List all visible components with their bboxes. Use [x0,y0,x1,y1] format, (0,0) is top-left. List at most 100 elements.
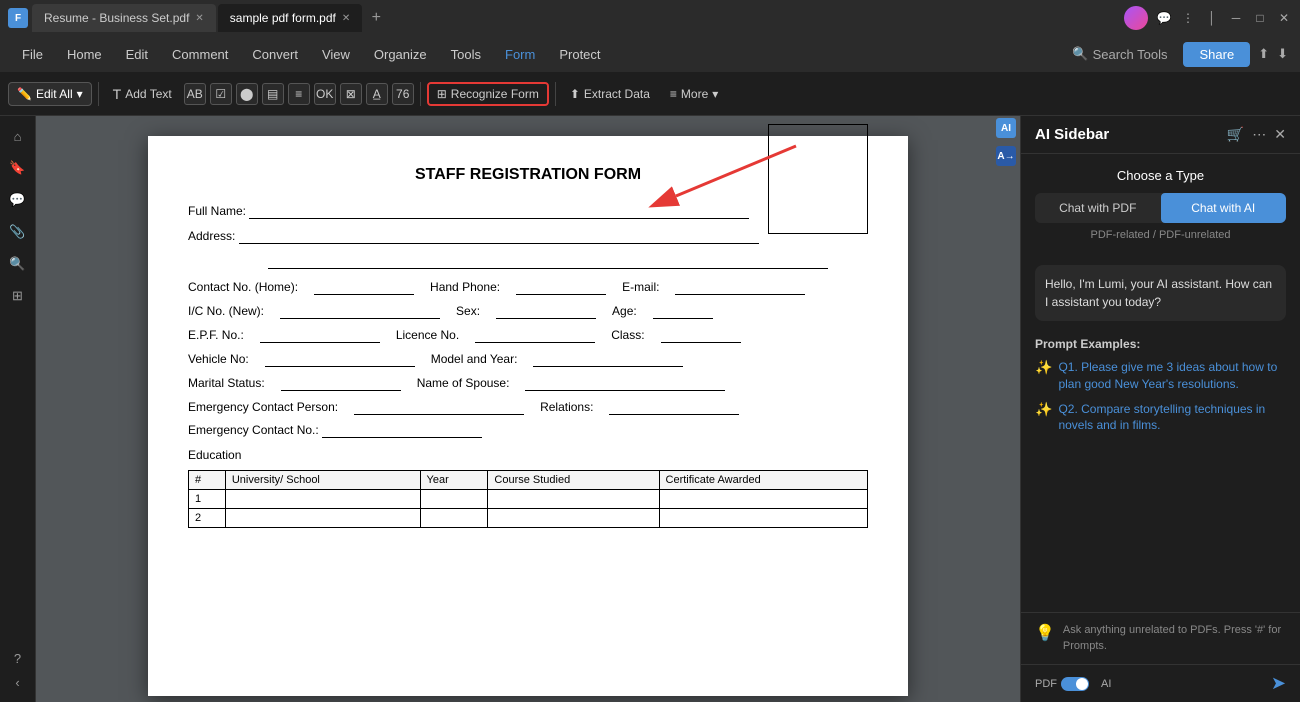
pdf-viewer[interactable]: STAFF REGISTRATION FORM Full Name: Addre… [36,116,1020,702]
expand-icon[interactable]: ⬇ [1277,46,1288,62]
ai-type-section: Choose a Type Chat with PDF Chat with AI… [1021,154,1300,255]
more-icon[interactable]: ⋮ [1180,10,1196,26]
sidebar-icon-layers[interactable]: ⊞ [6,284,30,308]
col-certificate: Certificate Awarded [659,471,867,490]
close-button[interactable]: ✕ [1276,10,1292,26]
add-tab-button[interactable]: + [364,6,388,30]
prompt-section: Prompt Examples: ✨ Q1. Please give me 3 … [1021,331,1300,448]
emergency-contact-label: Emergency Contact Person: [188,400,338,414]
search-tools-button[interactable]: 🔍 Search Tools [1064,42,1175,66]
prompt-item-1[interactable]: ✨ Q1. Please give me 3 ideas about how t… [1035,359,1286,393]
prompt-text-2: Q2. Compare storytelling techniques in n… [1058,401,1286,435]
address-label: Address: [188,229,235,243]
user-avatar[interactable] [1124,6,1148,30]
text-field-icon[interactable]: AB [184,83,206,105]
hint-text: Ask anything unrelated to PDFs. Press '#… [1063,623,1286,654]
ai-header-icons: 🛒 ⋯ ✕ [1227,126,1286,143]
pdf-toggle-switch[interactable] [1061,677,1089,691]
app-icon: F [8,8,28,28]
tab-sample[interactable]: sample pdf form.pdf ✕ [218,4,362,32]
sidebar-icon-attachment[interactable]: 📎 [6,220,30,244]
separator-line: │ [1204,10,1220,26]
epf-row: E.P.F. No.: Licence No. Class: [188,327,868,343]
recognize-form-label: Recognize Form [451,87,539,101]
menu-file[interactable]: File [12,43,53,66]
checkbox-icon[interactable]: ☑ [210,83,232,105]
number-icon[interactable]: 76 [392,83,414,105]
age-input [653,303,713,319]
more-chevron: ▾ [712,87,718,101]
translate-panel-icon[interactable]: A→ [996,146,1016,166]
menu-comment[interactable]: Comment [162,43,238,66]
emergency-no-field: Emergency Contact No.: [188,423,868,438]
add-text-button[interactable]: T Add Text [105,82,180,106]
edit-all-button[interactable]: ✏️ Edit All ▾ [8,82,92,106]
emergency-no-label: Emergency Contact No.: [188,423,319,437]
emergency-row: Emergency Contact Person: Relations: [188,399,868,415]
menu-organize[interactable]: Organize [364,43,437,66]
sidebar-icon-comment[interactable]: 💬 [6,188,30,212]
hint-bulb-icon: 💡 [1035,623,1055,643]
main-layout: ⌂ 🔖 💬 📎 🔍 ⊞ ? ‹ STAFF REGISTRATION FORM [0,116,1300,702]
search-tools-label: Search Tools [1093,47,1168,62]
email-label: E-mail: [622,280,659,294]
sidebar-icon-bookmark[interactable]: 🔖 [6,156,30,180]
prompt-item-2[interactable]: ✨ Q2. Compare storytelling techniques in… [1035,401,1286,435]
stamp-icon[interactable]: A̲ [366,83,388,105]
minimize-button[interactable]: ─ [1228,10,1244,26]
sex-input [496,303,596,319]
more-button[interactable]: ≡ More ▾ [662,83,726,105]
sidebar-icon-arrow-left[interactable]: ‹ [6,670,30,694]
ai-close-icon[interactable]: ✕ [1274,126,1286,143]
ai-bottom-section: 💡 Ask anything unrelated to PDFs. Press … [1021,612,1300,664]
ai-more-icon[interactable]: ⋯ [1252,126,1266,143]
education-label: Education [188,448,868,462]
tab-resume[interactable]: Resume - Business Set.pdf ✕ [32,4,216,32]
image-icon[interactable]: ⊠ [340,83,362,105]
sidebar-icon-search[interactable]: 🔍 [6,252,30,276]
pdf-toggle[interactable]: PDF [1035,677,1089,691]
menu-edit[interactable]: Edit [116,43,158,66]
sidebar-icon-help[interactable]: ? [6,646,30,670]
row1-course [488,490,659,509]
dropdown-icon[interactable]: ▤ [262,83,284,105]
chat-with-pdf-button[interactable]: Chat with PDF [1035,193,1161,223]
maximize-button[interactable]: □ [1252,10,1268,26]
extract-data-button[interactable]: ⬆ Extract Data [562,83,658,105]
more-label: More [681,87,708,101]
menu-form[interactable]: Form [495,43,545,66]
table-row: 2 [189,509,868,528]
ai-toggle[interactable]: AI [1101,678,1111,690]
tab-resume-close[interactable]: ✕ [195,13,203,24]
contact-home-label: Contact No. (Home): [188,280,298,294]
menu-convert[interactable]: Convert [242,43,308,66]
full-name-line [249,204,749,219]
send-button[interactable]: ➤ [1271,673,1286,694]
chat-with-ai-button[interactable]: Chat with AI [1161,193,1287,223]
prompt-bullet-1: ✨ [1035,359,1052,376]
menu-view[interactable]: View [312,43,360,66]
sidebar-icon-home[interactable]: ⌂ [6,124,30,148]
row1-num: 1 [189,490,226,509]
education-table: # University/ School Year Course Studied… [188,470,868,528]
ai-cart-icon[interactable]: 🛒 [1227,126,1244,143]
ai-panel-icon[interactable]: AI [996,118,1016,138]
address-line [239,229,759,244]
upload-icon[interactable]: ⬆ [1258,46,1269,62]
listbox-icon[interactable]: ≡ [288,83,310,105]
ok-icon[interactable]: OK [314,83,336,105]
age-label: Age: [612,304,637,318]
recognize-form-button[interactable]: ⊞ Recognize Form [427,82,549,106]
share-button[interactable]: Share [1183,42,1250,67]
emergency-no-input [322,423,482,438]
menu-home[interactable]: Home [57,43,112,66]
menu-protect[interactable]: Protect [549,43,610,66]
title-bar: F Resume - Business Set.pdf ✕ sample pdf… [0,0,1300,36]
radio-icon[interactable]: ⬤ [236,83,258,105]
menu-bar: File Home Edit Comment Convert View Orga… [0,36,1300,72]
tabs-area: Resume - Business Set.pdf ✕ sample pdf f… [32,4,1120,32]
chat-icon[interactable]: 💬 [1156,10,1172,26]
menu-tools[interactable]: Tools [441,43,491,66]
edit-all-chevron: ▾ [77,87,83,101]
tab-sample-close[interactable]: ✕ [342,13,350,24]
